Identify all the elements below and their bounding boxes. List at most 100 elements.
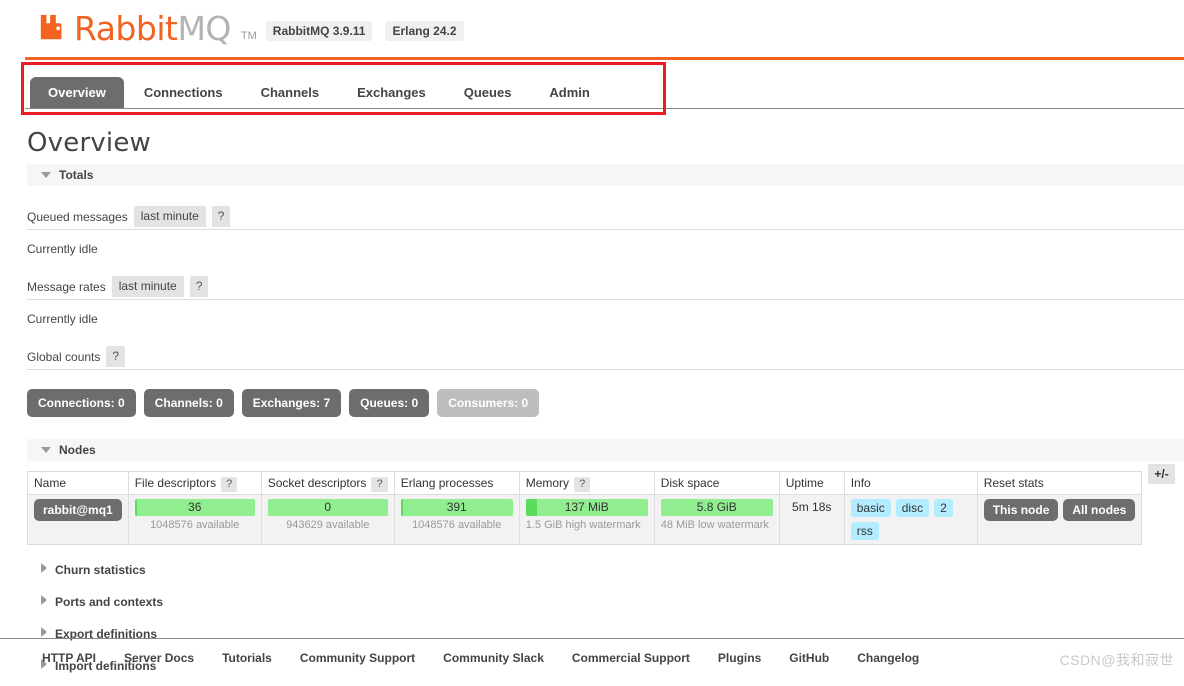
- brand-secondary: MQ: [177, 9, 231, 48]
- rabbitmq-version-badge: RabbitMQ 3.9.11: [265, 21, 373, 41]
- column-header-uptime-label: Uptime: [785, 476, 824, 490]
- footer-link-community-slack[interactable]: Community Slack: [443, 651, 544, 665]
- memory-help-icon[interactable]: ?: [574, 477, 591, 492]
- section-header-totals[interactable]: Totals: [27, 164, 1184, 186]
- table-row: rabbit@mq1 36 1048576 available 0 943629…: [27, 494, 1143, 545]
- footer-link-tutorials[interactable]: Tutorials: [222, 651, 272, 665]
- column-header-reset-stats: Reset stats: [976, 471, 1143, 495]
- message-rates-header: Message rates last minute ?: [27, 276, 1184, 300]
- chevron-right-icon: [41, 563, 47, 573]
- tab-admin[interactable]: Admin: [531, 77, 607, 109]
- tab-exchanges[interactable]: Exchanges: [339, 77, 444, 109]
- info-badge-basic[interactable]: basic: [850, 499, 891, 517]
- erlang-processes-value: 391: [446, 500, 467, 514]
- count-button-consumers[interactable]: Consumers: 0: [437, 389, 540, 417]
- tab-overview[interactable]: Overview: [30, 77, 124, 109]
- column-header-socket-descriptors-label: Socket descriptors: [267, 476, 367, 490]
- tab-channels[interactable]: Channels: [243, 77, 338, 109]
- message-rates-status: Currently idle: [27, 312, 98, 326]
- nav-underline: [25, 108, 1184, 109]
- tab-connections[interactable]: Connections: [126, 77, 241, 109]
- footer-link-list: HTTP API Server Docs Tutorials Community…: [0, 651, 1184, 665]
- file-descriptors-sub: 1048576 available: [150, 519, 240, 531]
- message-rates-period-selector[interactable]: last minute: [111, 276, 184, 297]
- main-content: Overview Totals Queued messages last min…: [0, 128, 1184, 673]
- section-header-ports-and-contexts[interactable]: Ports and contexts: [27, 595, 1184, 609]
- section-header-nodes[interactable]: Nodes: [27, 439, 1184, 461]
- reset-stats-button-group: This node All nodes: [983, 499, 1136, 521]
- nodes-table-header-row: Name File descriptors? Socket descriptor…: [27, 471, 1143, 495]
- memory-value: 137 MiB: [564, 500, 609, 514]
- socket-descriptors-gauge: 0: [267, 499, 388, 516]
- info-badge-cores[interactable]: 2: [934, 499, 953, 517]
- count-button-consumers-value: 0: [521, 396, 529, 410]
- section-header-churn-statistics[interactable]: Churn statistics: [27, 563, 1184, 577]
- queued-messages-help-icon[interactable]: ?: [211, 206, 231, 227]
- column-header-info: Info: [843, 471, 978, 495]
- erlang-processes-sub: 1048576 available: [412, 519, 502, 531]
- column-header-disk-space-label: Disk space: [660, 476, 720, 490]
- count-button-queues-value: 0: [411, 396, 419, 410]
- footer-link-changelog[interactable]: Changelog: [857, 651, 919, 665]
- footer-link-community-support[interactable]: Community Support: [300, 651, 415, 665]
- cell-info: basic disc 2 rss: [843, 494, 978, 545]
- count-button-exchanges[interactable]: Exchanges: 7: [241, 389, 342, 417]
- section-header-churn-statistics-label: Churn statistics: [55, 563, 146, 577]
- uptime-value: 5m 18s: [792, 500, 832, 514]
- file-descriptors-help-icon[interactable]: ?: [221, 477, 238, 492]
- queued-messages-label: Queued messages: [27, 210, 128, 224]
- tab-queues[interactable]: Queues: [446, 77, 530, 109]
- info-badge-disc[interactable]: disc: [895, 499, 930, 517]
- file-descriptors-gauge: 36: [134, 499, 255, 516]
- count-button-connections[interactable]: Connections: 0: [27, 389, 136, 417]
- column-header-erlang-processes-label: Erlang processes: [400, 476, 494, 490]
- file-descriptors-value: 36: [188, 500, 202, 514]
- footer-link-http-api[interactable]: HTTP API: [42, 651, 96, 665]
- count-button-channels-label: Channels:: [154, 396, 213, 410]
- socket-descriptors-help-icon[interactable]: ?: [371, 477, 388, 492]
- socket-descriptors-value: 0: [324, 500, 332, 514]
- brand-rule: [25, 57, 1184, 60]
- section-header-nodes-label: Nodes: [59, 443, 96, 457]
- queued-messages-header: Queued messages last minute ?: [27, 206, 1184, 230]
- global-counts-header: Global counts ?: [27, 346, 1184, 370]
- disk-space-gauge: 5.8 GiB: [660, 499, 773, 516]
- erlang-processes-gauge: 391: [400, 499, 513, 516]
- chevron-down-icon: [41, 172, 51, 178]
- count-button-channels[interactable]: Channels: 0: [143, 389, 234, 417]
- reset-all-nodes-button[interactable]: All nodes: [1063, 499, 1136, 521]
- info-badge-group: basic disc 2 rss: [850, 499, 971, 540]
- count-button-connections-label: Connections:: [38, 396, 115, 410]
- chevron-down-icon: [41, 447, 51, 453]
- column-header-info-label: Info: [850, 476, 871, 490]
- count-button-connections-value: 0: [118, 396, 125, 410]
- reset-this-node-button[interactable]: This node: [983, 499, 1059, 521]
- global-counts-help-icon[interactable]: ?: [106, 346, 126, 367]
- cell-erlang-processes: 391 1048576 available: [393, 494, 520, 545]
- footer-link-github[interactable]: GitHub: [789, 651, 829, 665]
- column-header-file-descriptors: File descriptors?: [127, 471, 262, 495]
- column-header-name-label: Name: [34, 476, 67, 490]
- cell-memory: 137 MiB 1.5 GiB high watermark: [518, 494, 655, 545]
- section-header-totals-label: Totals: [59, 168, 94, 182]
- chevron-right-icon: [41, 627, 47, 637]
- footer-link-server-docs[interactable]: Server Docs: [124, 651, 194, 665]
- app-header: RabbitMQ TM RabbitMQ 3.9.11 Erlang 24.2: [0, 0, 1184, 64]
- queued-messages-period-selector[interactable]: last minute: [133, 206, 206, 227]
- message-rates-help-icon[interactable]: ?: [189, 276, 209, 297]
- toggle-columns-button[interactable]: +/-: [1148, 464, 1175, 484]
- count-button-channels-value: 0: [216, 396, 223, 410]
- memory-sub: 1.5 GiB high watermark: [525, 519, 641, 531]
- column-header-disk-space: Disk space: [653, 471, 780, 495]
- footer-link-commercial-support[interactable]: Commercial Support: [572, 651, 690, 665]
- page-title: Overview: [27, 128, 152, 158]
- trademark-mark: TM: [240, 30, 257, 42]
- erlang-version-badge: Erlang 24.2: [385, 21, 464, 41]
- count-button-exchanges-label: Exchanges:: [252, 396, 321, 410]
- count-button-queues[interactable]: Queues: 0: [349, 389, 430, 417]
- node-name-badge[interactable]: rabbit@mq1: [34, 499, 122, 521]
- info-badge-rss[interactable]: rss: [850, 522, 879, 540]
- rabbitmq-logo-icon: [38, 12, 68, 42]
- footer-link-plugins[interactable]: Plugins: [718, 651, 761, 665]
- chevron-right-icon: [41, 595, 47, 605]
